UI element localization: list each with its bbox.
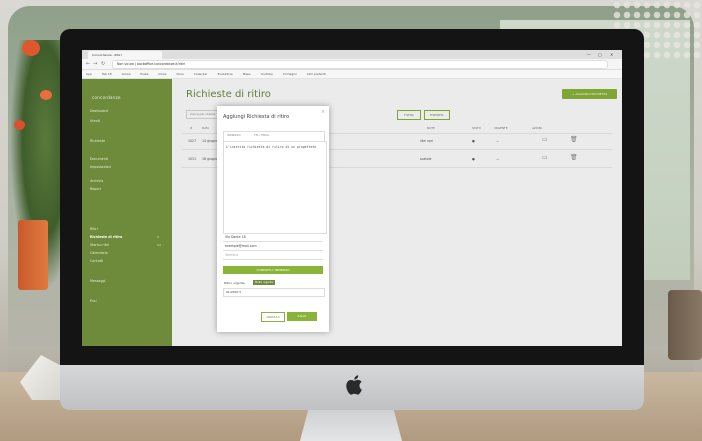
bookmark-item[interactable]: Traduttore	[217, 72, 232, 76]
add-request-modal: Aggiungi Richiesta di ritiro × INDIRIZZO…	[217, 106, 329, 332]
browser-tab[interactable]: Concordanze - Ritiri	[88, 51, 162, 59]
sidebar-count: 2	[157, 235, 159, 239]
sidebar-item[interactable]: Utenti	[90, 119, 100, 123]
mug	[668, 290, 702, 360]
complete-address-button[interactable]: COMPLETA L'INDIRIZZO	[223, 266, 323, 274]
modal-tab[interactable]: INDIRIZZO	[227, 134, 241, 137]
bookmark-item[interactable]: Maps	[243, 72, 251, 76]
phone-field[interactable]: Telefono	[223, 252, 323, 260]
save-button[interactable]: SALVA	[287, 312, 317, 321]
priority-label: Ritiro urgente	[224, 281, 245, 285]
brand-logo[interactable]: concordanze	[92, 95, 121, 100]
bookmark-item[interactable]: YouTube	[261, 72, 273, 76]
bookmark-item[interactable]: Altri preferiti	[307, 72, 326, 76]
close-icon[interactable]: ✕	[610, 50, 613, 59]
date-select[interactable]: 01/2020 ▾	[223, 288, 325, 297]
forward-icon[interactable]: →	[93, 60, 97, 68]
bookmark-item[interactable]: Docs	[176, 72, 183, 76]
bookmarks-bar: App Tab 18 Gmail Posta Drive Docs Calend…	[82, 70, 622, 79]
sidebar-item[interactable]: Calendario	[90, 251, 108, 255]
sidebar-item[interactable]: Ritiri	[90, 227, 98, 231]
sidebar-item[interactable]: Messaggi	[90, 279, 105, 283]
modal-tab[interactable]: TEL / EMAIL	[254, 134, 269, 137]
reload-icon[interactable]: ↻	[101, 60, 105, 68]
minimize-icon[interactable]: —	[587, 50, 591, 59]
sidebar-item[interactable]: Richieste	[90, 139, 105, 143]
sidebar-count: 14	[157, 243, 161, 247]
sidebar-item[interactable]: Archivio	[90, 179, 103, 183]
screen: Concordanze - Ritiri — ▢ ✕ ← → ↻ Non sic…	[82, 50, 622, 346]
address-bar: ← → ↻ Non sicuro | backoffice.concordanz…	[82, 59, 622, 70]
bookmark-item[interactable]: Immagini	[283, 72, 297, 76]
flower	[40, 90, 52, 100]
cancel-button[interactable]: ANNULLA	[261, 312, 285, 322]
bookmark-item[interactable]: Calendar	[194, 72, 208, 76]
browser-tab-strip: Concordanze - Ritiri — ▢ ✕	[82, 50, 622, 59]
sidebar-item[interactable]: Esci	[90, 299, 97, 303]
sidebar-item[interactable]: Impostazioni	[90, 165, 111, 169]
address-field[interactable]: Via Dante 18	[223, 234, 323, 242]
sidebar: concordanze Dashboard Utenti Richieste D…	[82, 79, 172, 346]
imac-stand	[300, 410, 402, 441]
sidebar-item[interactable]: Documenti	[90, 157, 108, 161]
apple-logo-icon	[346, 375, 362, 395]
flower-pot	[18, 220, 48, 290]
sidebar-item[interactable]: Report	[90, 187, 101, 191]
bookmark-item[interactable]: Posta	[140, 72, 148, 76]
sidebar-item-richieste-di-ritiro[interactable]: Richieste di ritiro	[90, 235, 122, 239]
sidebar-item[interactable]: Storico ritiri	[90, 243, 109, 247]
sidebar-item[interactable]: Dashboard	[90, 109, 108, 113]
bookmark-item[interactable]: Tab 18	[102, 72, 112, 76]
url-input[interactable]: Non sicuro | backoffice.concordanze.it/r…	[112, 60, 608, 69]
flower	[22, 40, 40, 56]
flower	[14, 120, 25, 130]
bookmark-item[interactable]: Drive	[159, 72, 167, 76]
modal-title: Aggiungi Richiesta di ritiro	[223, 114, 290, 120]
close-icon[interactable]: ×	[321, 109, 325, 115]
notes-textarea[interactable]: L'inserita richiesta di ritiro di un pro…	[223, 141, 327, 234]
priority-chip[interactable]: Molto urgente	[253, 280, 276, 285]
sidebar-item[interactable]: Contatti	[90, 259, 103, 263]
maximize-icon[interactable]: ▢	[598, 50, 602, 59]
email-field[interactable]: example@mail.com	[223, 243, 323, 251]
bookmark-item[interactable]: Gmail	[122, 72, 131, 76]
back-icon[interactable]: ←	[86, 60, 90, 68]
photo-scene: Concordanze - Ritiri — ▢ ✕ ← → ↻ Non sic…	[0, 0, 702, 441]
bookmark-item[interactable]: App	[86, 72, 92, 76]
